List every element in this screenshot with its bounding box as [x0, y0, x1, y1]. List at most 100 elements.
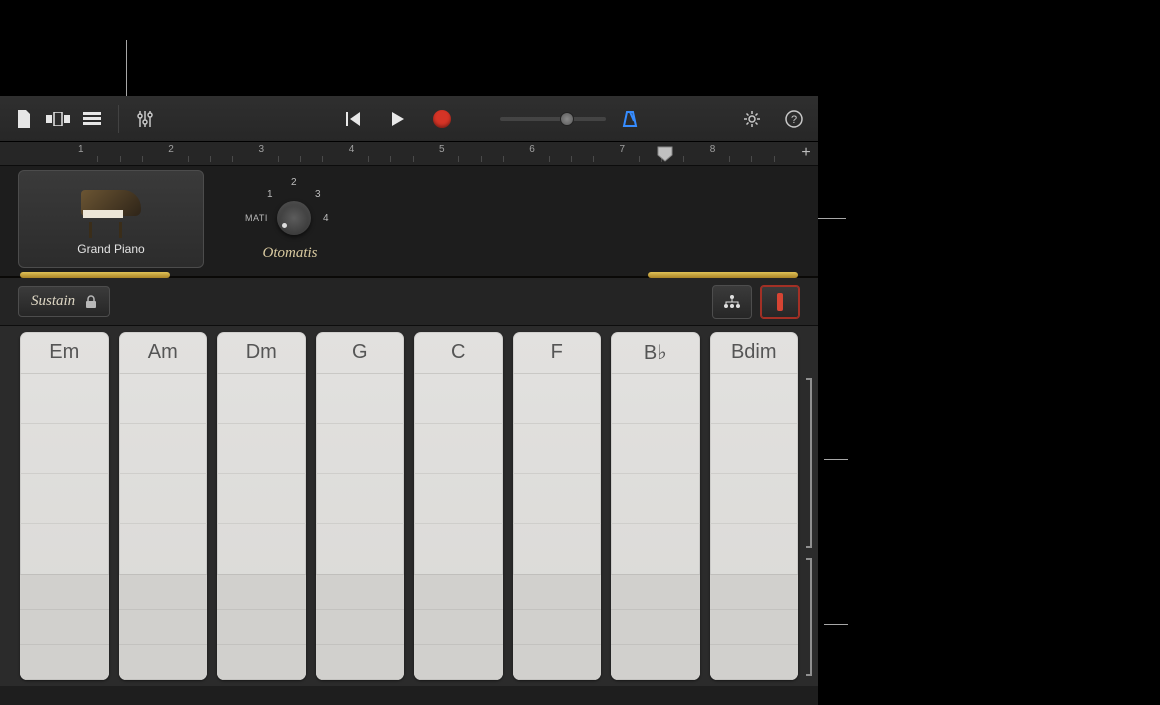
- chord-strip[interactable]: G: [316, 332, 405, 680]
- instrument-browser-button[interactable]: [44, 105, 72, 133]
- chord-row[interactable]: [513, 374, 602, 424]
- chord-bass-row[interactable]: [20, 610, 109, 645]
- chord-lower-segment[interactable]: [316, 575, 405, 680]
- chord-row[interactable]: [414, 424, 503, 474]
- volume-thumb[interactable]: [560, 112, 574, 126]
- chord-row[interactable]: [316, 524, 405, 574]
- chord-bass-row[interactable]: [611, 575, 700, 610]
- chord-row[interactable]: [119, 424, 208, 474]
- chord-bass-row[interactable]: [513, 610, 602, 645]
- chord-lower-segment[interactable]: [20, 575, 109, 680]
- chord-bass-row[interactable]: [316, 575, 405, 610]
- playhead-icon[interactable]: [657, 146, 673, 162]
- chord-bass-row[interactable]: [20, 645, 109, 680]
- chord-row[interactable]: [513, 524, 602, 574]
- chord-upper-segment[interactable]: [611, 374, 700, 575]
- chord-bass-row[interactable]: [710, 610, 799, 645]
- tracks-view-button[interactable]: [78, 105, 106, 133]
- chord-row[interactable]: [316, 424, 405, 474]
- chord-upper-segment[interactable]: [710, 374, 799, 575]
- chord-lower-segment[interactable]: [710, 575, 799, 680]
- chord-row[interactable]: [20, 474, 109, 524]
- chord-row[interactable]: [710, 424, 799, 474]
- chord-bass-row[interactable]: [611, 610, 700, 645]
- chord-bass-row[interactable]: [316, 645, 405, 680]
- chord-bass-row[interactable]: [414, 575, 503, 610]
- chord-upper-segment[interactable]: [20, 374, 109, 575]
- track-controls-button[interactable]: [131, 105, 159, 133]
- autoplay-knob[interactable]: [277, 201, 311, 235]
- chord-strip[interactable]: Bdim: [710, 332, 799, 680]
- go-to-start-button[interactable]: [340, 105, 368, 133]
- my-songs-button[interactable]: [10, 105, 38, 133]
- chord-strip[interactable]: Dm: [217, 332, 306, 680]
- chord-strip[interactable]: Em: [20, 332, 109, 680]
- chord-bass-row[interactable]: [20, 575, 109, 610]
- chord-bass-row[interactable]: [710, 645, 799, 680]
- chord-bass-row[interactable]: [217, 645, 306, 680]
- chord-upper-segment[interactable]: [316, 374, 405, 575]
- chord-bass-row[interactable]: [710, 575, 799, 610]
- chord-row[interactable]: [414, 524, 503, 574]
- chord-bass-row[interactable]: [414, 610, 503, 645]
- chord-row[interactable]: [20, 524, 109, 574]
- sustain-button[interactable]: Sustain: [18, 286, 110, 317]
- play-button[interactable]: [384, 105, 412, 133]
- chord-strip[interactable]: B♭: [611, 332, 700, 680]
- chord-row[interactable]: [513, 474, 602, 524]
- chord-strip[interactable]: C: [414, 332, 503, 680]
- chord-row[interactable]: [20, 374, 109, 424]
- chord-row[interactable]: [119, 524, 208, 574]
- chord-lower-segment[interactable]: [414, 575, 503, 680]
- metronome-button[interactable]: [616, 105, 644, 133]
- chord-upper-segment[interactable]: [119, 374, 208, 575]
- chord-row[interactable]: [217, 374, 306, 424]
- chord-row[interactable]: [414, 374, 503, 424]
- chord-row[interactable]: [513, 424, 602, 474]
- chord-row[interactable]: [316, 474, 405, 524]
- chord-lower-segment[interactable]: [119, 575, 208, 680]
- chord-bass-row[interactable]: [217, 610, 306, 645]
- timeline-ruler[interactable]: 12345678: [74, 142, 796, 166]
- chord-mode-button[interactable]: [712, 285, 752, 319]
- chord-bass-row[interactable]: [513, 575, 602, 610]
- chord-upper-segment[interactable]: [513, 374, 602, 575]
- chord-row[interactable]: [119, 474, 208, 524]
- chord-bass-row[interactable]: [119, 610, 208, 645]
- chord-strip[interactable]: Am: [119, 332, 208, 680]
- chord-row[interactable]: [217, 424, 306, 474]
- chord-row[interactable]: [217, 474, 306, 524]
- chord-bass-row[interactable]: [414, 645, 503, 680]
- chord-bass-row[interactable]: [119, 575, 208, 610]
- note-mode-button[interactable]: [760, 285, 800, 319]
- chord-row[interactable]: [611, 474, 700, 524]
- chord-row[interactable]: [20, 424, 109, 474]
- chord-lower-segment[interactable]: [513, 575, 602, 680]
- chord-row[interactable]: [217, 524, 306, 574]
- chord-bass-row[interactable]: [217, 575, 306, 610]
- chord-upper-segment[interactable]: [414, 374, 503, 575]
- chord-bass-row[interactable]: [513, 645, 602, 680]
- chord-row[interactable]: [119, 374, 208, 424]
- chord-lower-segment[interactable]: [217, 575, 306, 680]
- record-button[interactable]: [428, 105, 456, 133]
- add-section-button[interactable]: +: [798, 146, 814, 162]
- chord-row[interactable]: [710, 374, 799, 424]
- chord-row[interactable]: [611, 524, 700, 574]
- chord-row[interactable]: [414, 474, 503, 524]
- song-settings-button[interactable]: [738, 105, 766, 133]
- chord-bass-row[interactable]: [611, 645, 700, 680]
- chord-row[interactable]: [316, 374, 405, 424]
- chord-bass-row[interactable]: [316, 610, 405, 645]
- chord-strip[interactable]: F: [513, 332, 602, 680]
- track-header[interactable]: Grand Piano: [18, 170, 204, 268]
- volume-slider[interactable]: [500, 117, 606, 121]
- help-button[interactable]: ?: [780, 105, 808, 133]
- chord-row[interactable]: [710, 474, 799, 524]
- chord-upper-segment[interactable]: [217, 374, 306, 575]
- chord-row[interactable]: [710, 524, 799, 574]
- chord-row[interactable]: [611, 424, 700, 474]
- chord-row[interactable]: [611, 374, 700, 424]
- chord-lower-segment[interactable]: [611, 575, 700, 680]
- chord-bass-row[interactable]: [119, 645, 208, 680]
